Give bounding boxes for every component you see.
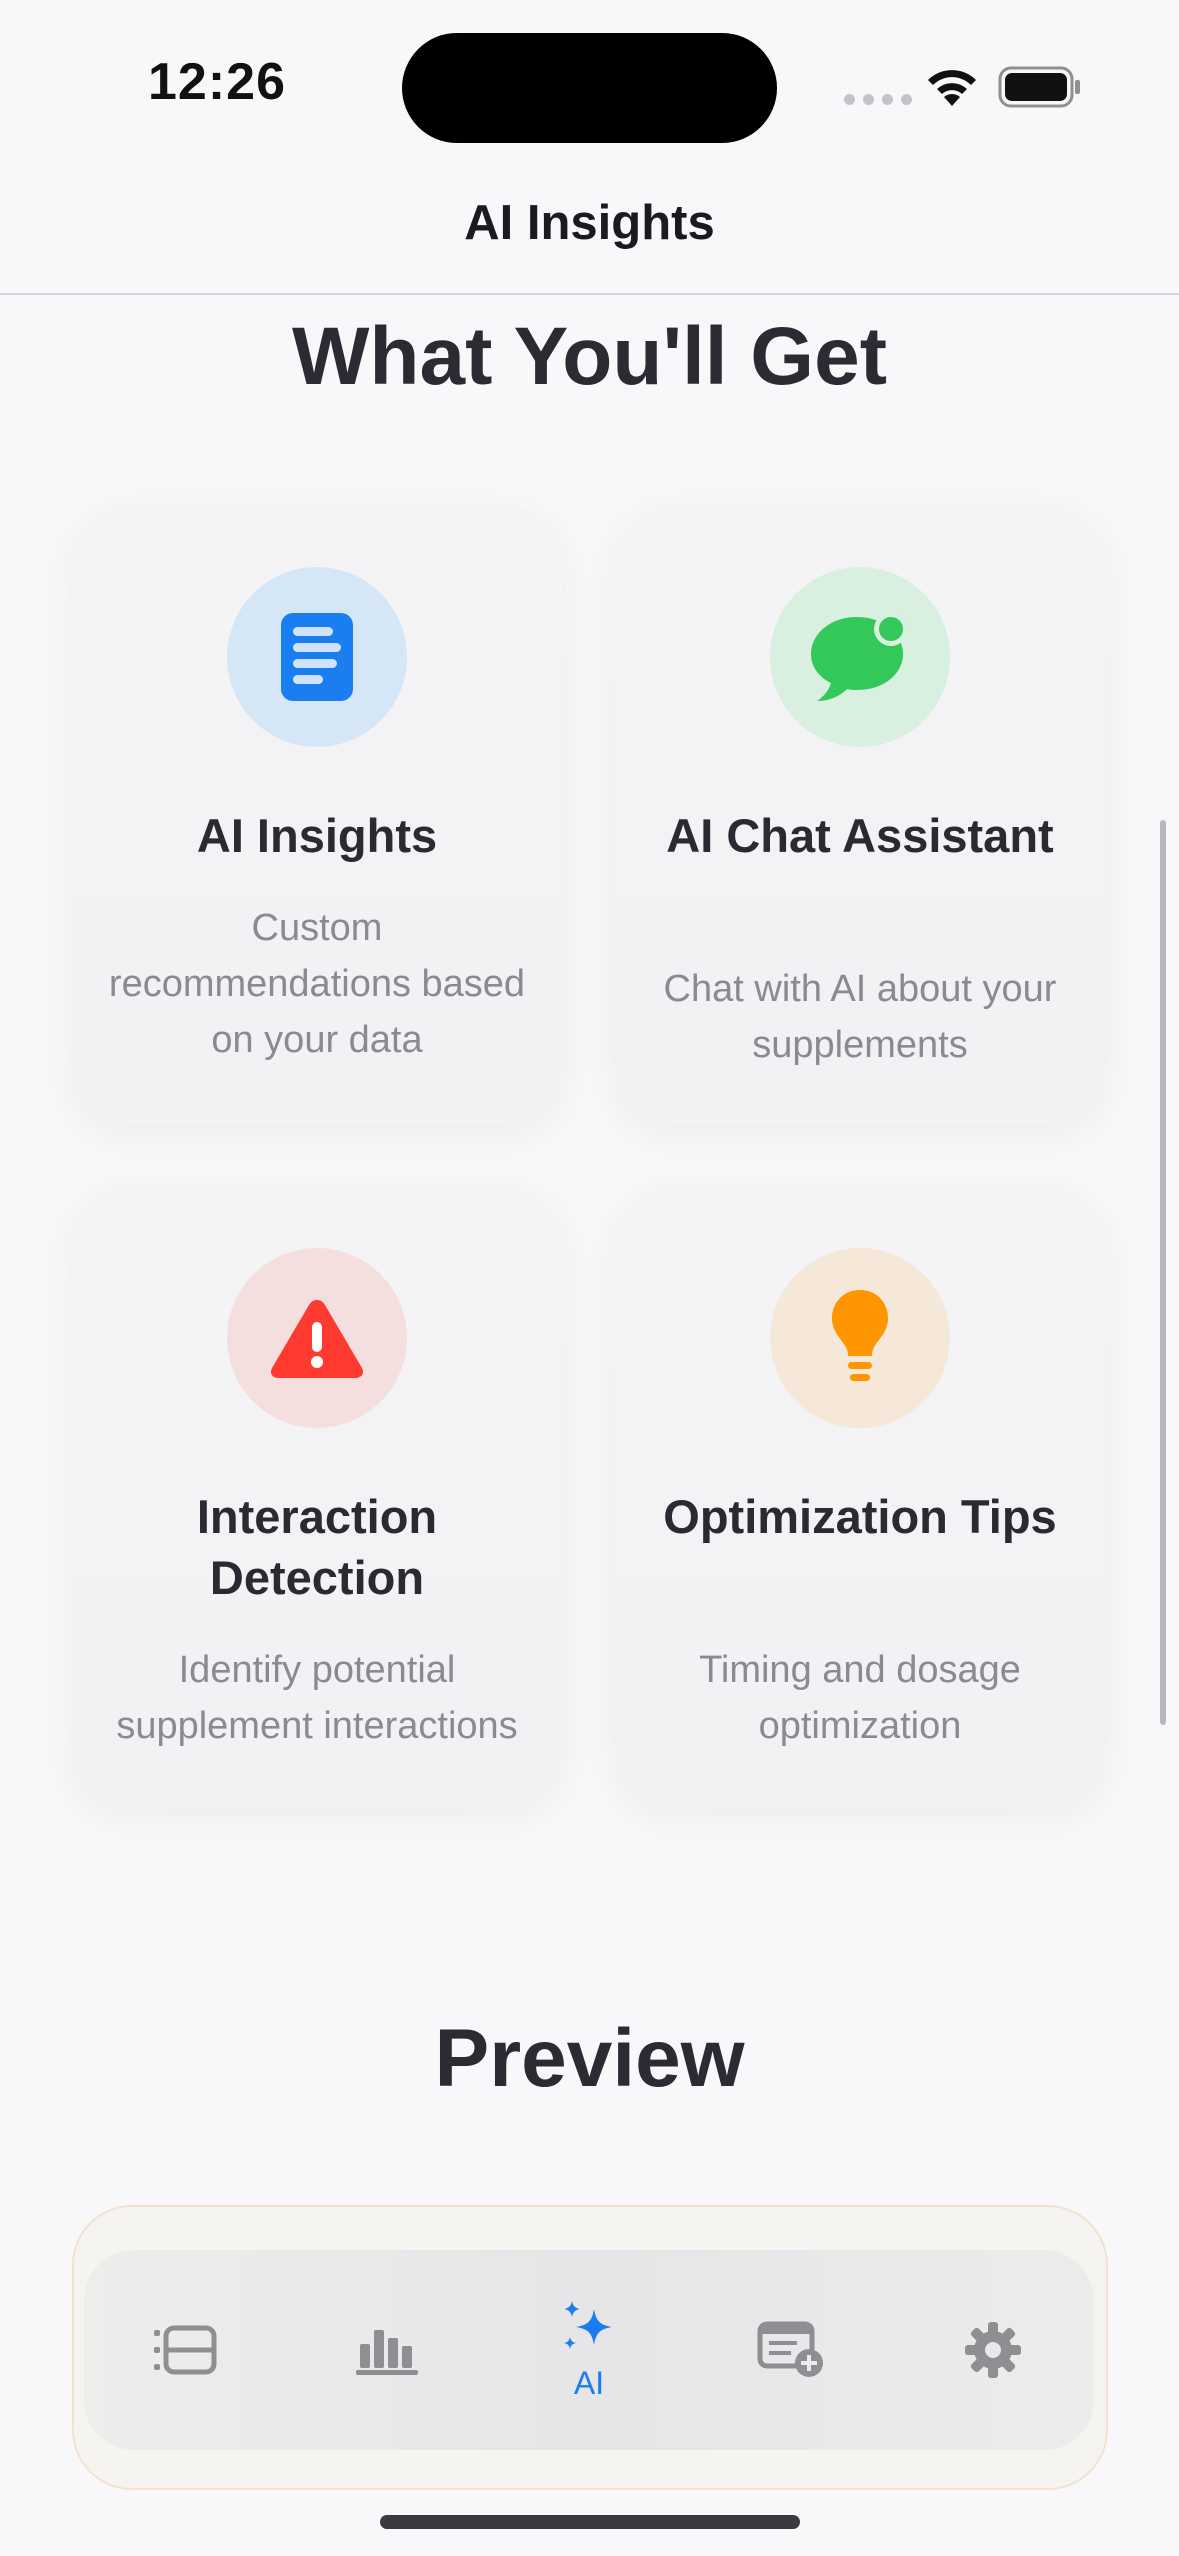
feature-card-interaction-detection: Interaction Detection Identify potential…: [72, 1186, 562, 1806]
tab-ai[interactable]: AI: [514, 2275, 664, 2425]
feature-card-optimization-tips: Optimization Tips Timing and dosage opti…: [615, 1186, 1105, 1806]
dynamic-island: [402, 33, 777, 143]
vertical-scrollbar[interactable]: [1160, 820, 1166, 1725]
feature-description: Chat with AI about your supplements: [663, 968, 1057, 1066]
feature-card-ai-chat-assistant: AI Chat Assistant Chat with AI about you…: [615, 505, 1105, 1125]
features-heading: What You'll Get: [291, 311, 888, 402]
add-card-icon: [757, 2321, 823, 2377]
tab-list[interactable]: [110, 2275, 260, 2425]
status-time: 12:26: [148, 53, 286, 111]
tab-stats[interactable]: [312, 2275, 462, 2425]
feature-description: Identify potential supplement interactio…: [116, 1649, 518, 1747]
feature-description: Timing and dosage optimization: [699, 1649, 1021, 1747]
home-indicator[interactable]: [380, 2515, 800, 2529]
warning-triangle-icon: [227, 1248, 407, 1428]
chart-icon: [356, 2330, 418, 2375]
battery-icon: [998, 66, 1080, 108]
gear-icon: [965, 2322, 1021, 2378]
tab-ai-label: AI: [573, 2364, 605, 2401]
nav-title: AI Insights: [464, 196, 715, 250]
feature-card-ai-insights: AI Insights Custom recommendations based…: [72, 505, 562, 1125]
feature-title: AI Chat Assistant: [666, 809, 1054, 862]
feature-title: AI Insights: [196, 809, 438, 862]
feature-title: Optimization Tips: [663, 1490, 1057, 1543]
document-list-icon: [227, 567, 407, 747]
tab-bar: AI: [84, 2250, 1094, 2450]
status-bar: 12:26: [0, 0, 1179, 180]
cellular-signal-icon: [844, 94, 912, 105]
wifi-icon: [928, 70, 976, 106]
nav-divider: [0, 293, 1179, 295]
tab-add[interactable]: [716, 2275, 866, 2425]
preview-heading: Preview: [434, 2013, 745, 2104]
feature-title: Interaction Detection: [196, 1490, 438, 1604]
feature-description: Custom recommendations based on your dat…: [108, 907, 526, 1061]
lightbulb-icon: [770, 1248, 950, 1428]
chat-bubble-icon: [770, 567, 950, 747]
list-icon: [154, 2325, 217, 2375]
sparkles-icon: [564, 2300, 612, 2349]
tab-settings[interactable]: [918, 2275, 1068, 2425]
